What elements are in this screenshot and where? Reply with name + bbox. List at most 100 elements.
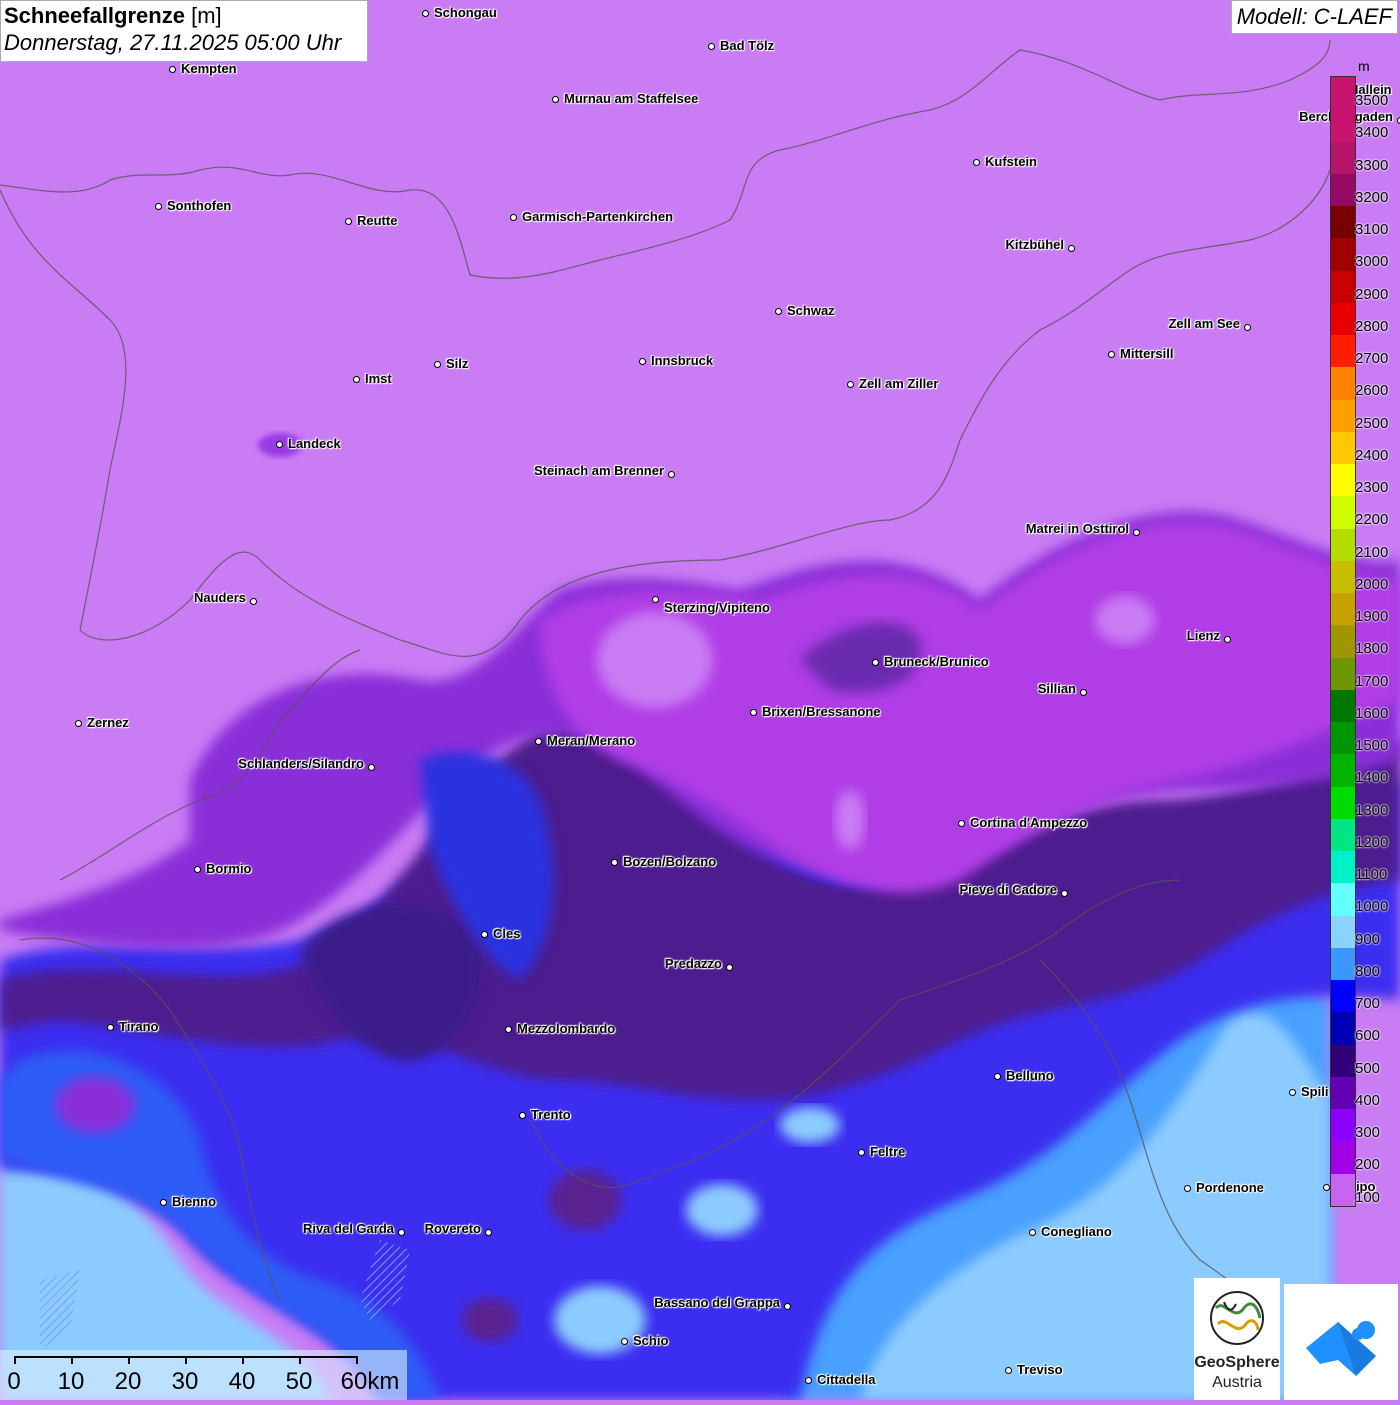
city-marker: [368, 764, 375, 771]
city-label: Innsbruck: [651, 354, 713, 368]
city-marker: [398, 1229, 405, 1236]
city-label: Zell am See: [1168, 317, 1240, 331]
city-marker: [510, 214, 517, 221]
legend-label: 800: [1355, 963, 1380, 980]
legend-label: 900: [1355, 931, 1380, 948]
legend-swatch: [1331, 690, 1355, 722]
city-label: Pordenone: [1196, 1181, 1264, 1195]
city-marker: [1133, 529, 1140, 536]
legend-swatch: [1331, 367, 1355, 399]
city-marker: [973, 159, 980, 166]
geosphere-logo: GeoSphere Austria: [1194, 1278, 1280, 1400]
city-label: Schwaz: [787, 304, 835, 318]
legend-label: 2500: [1355, 415, 1388, 432]
city-label: Cortina d'Ampezzo: [970, 816, 1087, 830]
city-label: Bormio: [206, 862, 252, 876]
city-label: Nauders: [194, 591, 246, 605]
legend-swatch: [1331, 109, 1355, 141]
legend-swatch: [1331, 206, 1355, 238]
legend-swatch: [1331, 561, 1355, 593]
legend-label: 1100: [1355, 866, 1387, 883]
legend-swatch: [1331, 948, 1355, 980]
city-label: Brixen/Bressanone: [762, 705, 881, 719]
city-label: Bienno: [172, 1195, 216, 1209]
city-marker: [652, 596, 659, 603]
city-marker: [194, 866, 201, 873]
legend-label: 3000: [1355, 253, 1388, 270]
legend-label: 3400: [1355, 124, 1388, 141]
legend-label: 1000: [1355, 898, 1388, 915]
city-marker: [621, 1338, 628, 1345]
city-marker: [481, 931, 488, 938]
city-marker: [250, 598, 257, 605]
city-label: Lienz: [1187, 629, 1220, 643]
app-logo: [1284, 1284, 1398, 1400]
map-datetime: Donnerstag, 27.11.2025 05:00 Uhr: [4, 29, 363, 57]
city-label: Feltre: [870, 1145, 905, 1159]
mountain-cloud-icon: [1284, 1284, 1398, 1400]
legend-swatch: [1331, 238, 1355, 270]
legend-swatch: [1331, 1174, 1355, 1206]
legend-swatch: [1331, 851, 1355, 883]
city-label: Treviso: [1017, 1363, 1063, 1377]
city-marker: [726, 964, 733, 971]
legend-label: 3200: [1355, 189, 1388, 206]
city-label: Tirano: [119, 1020, 159, 1034]
legend-label: 500: [1355, 1060, 1380, 1077]
legend-swatch: [1331, 174, 1355, 206]
city-marker: [75, 720, 82, 727]
city-label: Meran/Merano: [547, 734, 635, 748]
city-marker: [485, 1229, 492, 1236]
legend-label: 2600: [1355, 382, 1388, 399]
city-label: Steinach am Brenner: [534, 464, 664, 478]
city-label: Bad Tölz: [720, 39, 774, 53]
city-label: Trento: [531, 1108, 571, 1122]
city-marker: [169, 66, 176, 73]
legend-swatch: [1331, 464, 1355, 496]
city-label: Predazzo: [665, 957, 722, 971]
city-marker: [155, 203, 162, 210]
legend-unit: m: [1358, 58, 1370, 74]
legend-swatch: [1331, 916, 1355, 948]
city-marker: [668, 471, 675, 478]
legend-swatch: [1331, 142, 1355, 174]
city-label: Landeck: [288, 437, 341, 451]
city-label: Schio: [633, 1334, 668, 1348]
city-label: Bassano del Grappa: [654, 1296, 780, 1310]
legend-swatch: [1331, 593, 1355, 625]
city-marker: [858, 1149, 865, 1156]
legend-label: 2100: [1355, 544, 1388, 561]
city-label: Schongau: [434, 6, 497, 20]
legend-swatch: [1331, 883, 1355, 915]
city-label: Mittersill: [1120, 347, 1173, 361]
city-marker: [345, 218, 352, 225]
legend-swatch: [1331, 787, 1355, 819]
legend-swatch: [1331, 722, 1355, 754]
legend-label: 2800: [1355, 318, 1388, 335]
color-legend: m 35003400330032003100300029002800270026…: [1328, 56, 1400, 1208]
legend-label: 2900: [1355, 286, 1388, 303]
legend-swatch: [1331, 271, 1355, 303]
city-label: Sonthofen: [167, 199, 231, 213]
scale-tick: [242, 1356, 244, 1364]
city-label: Matrei in Osttirol: [1026, 522, 1129, 536]
legend-label: 1300: [1355, 802, 1388, 819]
scale-label: 40: [229, 1368, 256, 1396]
city-marker: [535, 738, 542, 745]
geosphere-country: Austria: [1194, 1374, 1280, 1392]
city-marker: [1005, 1367, 1012, 1374]
title-main: Schneefallgrenze: [4, 3, 185, 28]
city-label: Pieve di Cadore: [959, 883, 1057, 897]
legend-label: 200: [1355, 1156, 1380, 1173]
city-marker: [107, 1024, 114, 1031]
scale-label: 30: [172, 1368, 199, 1396]
city-label: Mezzolombardo: [517, 1022, 615, 1036]
city-marker: [750, 709, 757, 716]
legend-label: 100: [1355, 1189, 1380, 1206]
legend-swatch: [1331, 1012, 1355, 1044]
city-label: Conegliano: [1041, 1225, 1112, 1239]
legend-swatch: [1331, 1141, 1355, 1173]
city-label: Belluno: [1006, 1069, 1054, 1083]
city-label: Spili: [1301, 1085, 1328, 1099]
city-marker: [1289, 1089, 1296, 1096]
